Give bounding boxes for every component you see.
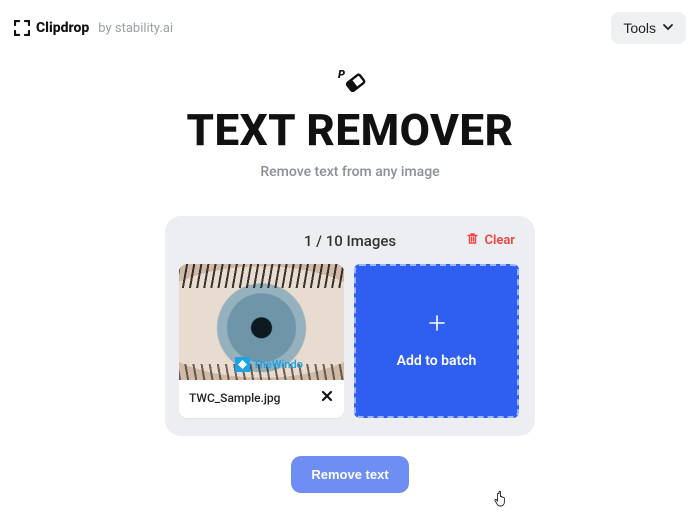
add-to-batch-label: Add to batch [397,353,477,369]
image-counter: 1 / 10 Images [304,232,396,250]
eraser-icon: P [333,68,367,98]
image-card[interactable]: TheWindo TWC_Sample.jpg [179,264,344,418]
watermark-text: TheWindo [253,358,303,371]
main-content: P TEXT REMOVER Remove text from any imag… [0,56,700,493]
logo-name: Clipdrop [36,20,89,36]
page-title: TEXT REMOVER [186,104,513,156]
logo-byline: by stability.ai [98,21,173,36]
image-thumbnail: TheWindo [179,264,344,380]
windows-badge-icon [235,357,250,372]
panel-header: 1 / 10 Images Clear [179,232,521,250]
logo[interactable]: Clipdrop by stability.ai [14,20,173,36]
file-info-row: TWC_Sample.jpg [179,380,344,416]
add-to-batch-button[interactable]: Add to batch [354,264,519,418]
clear-button[interactable]: Clear [466,232,515,249]
page-subtitle: Remove text from any image [260,164,439,180]
clear-label: Clear [484,233,515,248]
tools-dropdown[interactable]: Tools [611,12,686,44]
tools-label: Tools [623,20,656,36]
image-watermark: TheWindo [235,357,303,372]
trash-icon [466,232,479,249]
clipdrop-logo-icon [14,20,30,36]
header: Clipdrop by stability.ai Tools [0,0,700,56]
chevron-down-icon [662,20,674,36]
thumbnails-row: TheWindo TWC_Sample.jpg Add to batch [179,264,521,418]
cursor-pointer-icon [494,490,510,512]
svg-text:P: P [338,68,345,81]
file-name: TWC_Sample.jpg [189,391,280,405]
remove-file-button[interactable] [320,389,334,407]
remove-text-button[interactable]: Remove text [291,456,408,493]
upload-panel: 1 / 10 Images Clear TheWindo [165,216,535,436]
plus-icon [428,314,446,337]
remove-text-label: Remove text [311,467,388,482]
